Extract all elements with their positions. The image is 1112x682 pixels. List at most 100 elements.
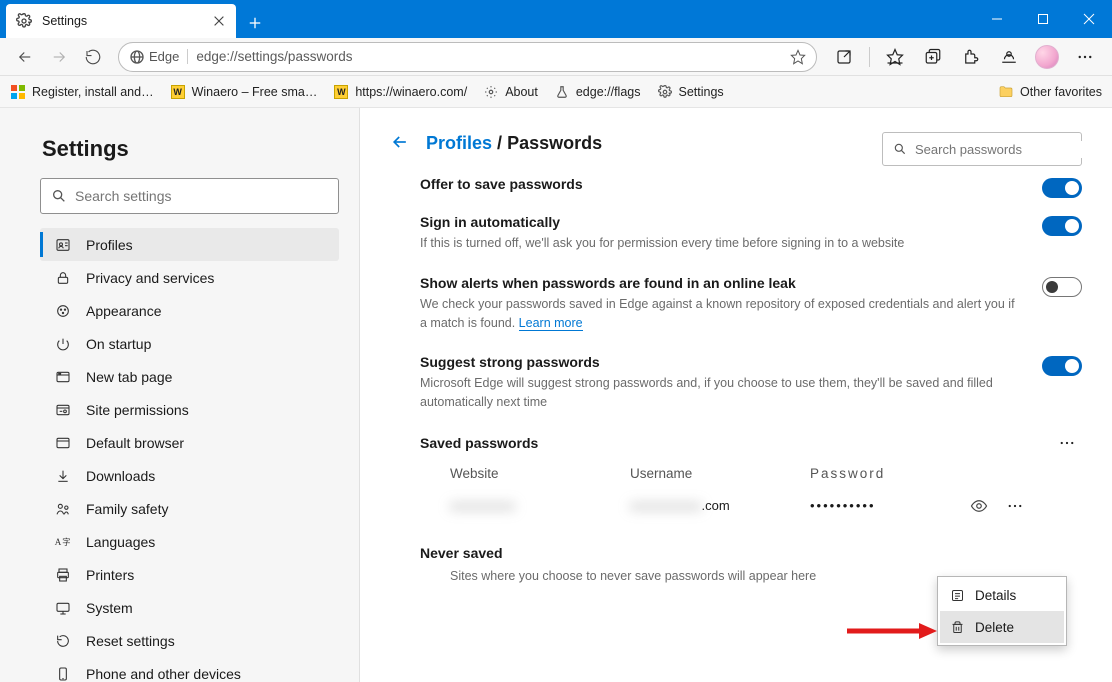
collections-button[interactable] bbox=[916, 42, 950, 72]
maximize-button[interactable] bbox=[1020, 0, 1066, 38]
learn-more-link[interactable]: Learn more bbox=[519, 316, 583, 331]
share-button[interactable] bbox=[827, 42, 861, 72]
bookmark-item[interactable]: About bbox=[483, 84, 538, 100]
refresh-button[interactable] bbox=[78, 42, 108, 72]
forward-button[interactable] bbox=[44, 42, 74, 72]
ms-tile-icon bbox=[10, 84, 26, 100]
sidebar-item-downloads[interactable]: Downloads bbox=[40, 459, 339, 492]
favorite-star-button[interactable] bbox=[790, 49, 806, 65]
search-settings-field[interactable] bbox=[67, 187, 328, 205]
bookmark-label: Settings bbox=[679, 85, 724, 99]
sidebar-item-phone[interactable]: Phone and other devices bbox=[40, 657, 339, 682]
reveal-password-button[interactable] bbox=[970, 497, 1000, 515]
cell-username: xxxxxxxxxxx.com bbox=[630, 498, 810, 513]
family-icon bbox=[54, 500, 72, 518]
folder-icon bbox=[998, 84, 1014, 100]
col-website: Website bbox=[450, 466, 630, 481]
profile-button[interactable] bbox=[1030, 42, 1064, 72]
winaero-icon: W bbox=[170, 84, 186, 100]
context-item-delete[interactable]: Delete bbox=[940, 611, 1064, 643]
gear-icon bbox=[657, 84, 673, 100]
flask-icon bbox=[554, 84, 570, 100]
setting-desc: If this is turned off, we'll ask you for… bbox=[420, 234, 1022, 253]
minimize-button[interactable] bbox=[974, 0, 1020, 38]
back-button[interactable] bbox=[10, 42, 40, 72]
sidebar-item-family[interactable]: Family safety bbox=[40, 492, 339, 525]
setting-title: Show alerts when passwords are found in … bbox=[420, 275, 1022, 291]
settings-icon bbox=[16, 13, 32, 29]
new-tab-button[interactable] bbox=[240, 8, 270, 38]
sidebar-item-newtab[interactable]: New tab page bbox=[40, 360, 339, 393]
settings-content: Settings Profiles Privacy and services A… bbox=[0, 108, 1112, 682]
address-bar[interactable]: Edge edge://settings/passwords bbox=[118, 42, 817, 72]
cell-password: •••••••••• bbox=[810, 498, 970, 513]
col-username: Username bbox=[630, 466, 810, 481]
setting-title: Offer to save passwords bbox=[420, 176, 1022, 192]
sidebar-item-printers[interactable]: Printers bbox=[40, 558, 339, 591]
search-passwords-field[interactable] bbox=[907, 141, 1093, 158]
sidebar-item-reset[interactable]: Reset settings bbox=[40, 624, 339, 657]
bookmark-item[interactable]: Register, install and… bbox=[10, 84, 154, 100]
sidebar-item-label: On startup bbox=[86, 336, 151, 352]
close-tab-button[interactable] bbox=[212, 14, 226, 28]
toggle-signin-auto[interactable] bbox=[1042, 216, 1082, 236]
search-settings-input[interactable] bbox=[40, 178, 339, 214]
col-password: Password bbox=[810, 466, 970, 481]
sidebar-item-label: New tab page bbox=[86, 369, 172, 385]
svg-text:字: 字 bbox=[62, 537, 70, 547]
sidebar-item-label: Default browser bbox=[86, 435, 184, 451]
context-item-label: Delete bbox=[975, 620, 1014, 635]
sidebar-item-label: Downloads bbox=[86, 468, 155, 484]
breadcrumb: Profiles / Passwords bbox=[426, 133, 602, 154]
search-passwords-input[interactable] bbox=[882, 132, 1082, 166]
sidebar-item-label: System bbox=[86, 600, 133, 616]
menu-button[interactable] bbox=[1068, 42, 1102, 72]
sidebar-item-defaultbrowser[interactable]: Default browser bbox=[40, 426, 339, 459]
avatar bbox=[1035, 45, 1059, 69]
bookmark-label: Register, install and… bbox=[32, 85, 154, 99]
bookmark-item[interactable]: Settings bbox=[657, 84, 724, 100]
toggle-leak-alert[interactable] bbox=[1042, 277, 1082, 297]
bookmark-item[interactable]: edge://flags bbox=[554, 84, 641, 100]
url-scheme-label: Edge bbox=[145, 49, 188, 64]
sidebar-item-languages[interactable]: A字Languages bbox=[40, 525, 339, 558]
toggle-suggest-strong[interactable] bbox=[1042, 356, 1082, 376]
extensions-button[interactable] bbox=[954, 42, 988, 72]
sidebar-item-label: Site permissions bbox=[86, 402, 189, 418]
back-arrow-button[interactable] bbox=[390, 132, 412, 154]
context-item-details[interactable]: Details bbox=[940, 579, 1064, 611]
sidebar-item-label: Profiles bbox=[86, 237, 133, 253]
bookmark-item[interactable]: W Winaero – Free sma… bbox=[170, 84, 318, 100]
sidebar-item-privacy[interactable]: Privacy and services bbox=[40, 261, 339, 294]
saved-passwords-table: Website Username Password xxxxxxxxxx xxx… bbox=[420, 462, 1082, 521]
other-favorites-label: Other favorites bbox=[1020, 85, 1102, 99]
section-title: Saved passwords bbox=[420, 435, 1052, 451]
sidebar-title: Settings bbox=[42, 136, 339, 162]
table-row[interactable]: xxxxxxxxxx xxxxxxxxxxx.com •••••••••• bbox=[420, 491, 1082, 521]
search-icon bbox=[51, 188, 67, 204]
bookmark-label: https://winaero.com/ bbox=[355, 85, 467, 99]
toggle-offer-save[interactable] bbox=[1042, 178, 1082, 198]
more-actions-button[interactable] bbox=[1052, 434, 1082, 452]
site-info-icon[interactable] bbox=[129, 49, 145, 65]
sidebar-item-profiles[interactable]: Profiles bbox=[40, 228, 339, 261]
other-favorites-button[interactable]: Other favorites bbox=[998, 84, 1102, 100]
bookmark-item[interactable]: W https://winaero.com/ bbox=[333, 84, 467, 100]
permissions-icon bbox=[54, 401, 72, 419]
bookmark-label: About bbox=[505, 85, 538, 99]
search-icon bbox=[893, 142, 907, 156]
close-window-button[interactable] bbox=[1066, 0, 1112, 38]
sidebar-item-startup[interactable]: On startup bbox=[40, 327, 339, 360]
tab-title: Settings bbox=[42, 14, 212, 28]
breadcrumb-root[interactable]: Profiles bbox=[426, 133, 492, 153]
setting-suggest-strong: Suggest strong passwords Microsoft Edge … bbox=[420, 354, 1082, 412]
sidebar-item-system[interactable]: System bbox=[40, 591, 339, 624]
browser-tab[interactable]: Settings bbox=[6, 4, 236, 38]
read-aloud-button[interactable] bbox=[992, 42, 1026, 72]
favorites-button[interactable] bbox=[878, 42, 912, 72]
row-more-button[interactable] bbox=[1000, 497, 1030, 515]
settings-icon bbox=[483, 84, 499, 100]
sidebar-item-label: Privacy and services bbox=[86, 270, 214, 286]
sidebar-item-siteperms[interactable]: Site permissions bbox=[40, 393, 339, 426]
sidebar-item-appearance[interactable]: Appearance bbox=[40, 294, 339, 327]
